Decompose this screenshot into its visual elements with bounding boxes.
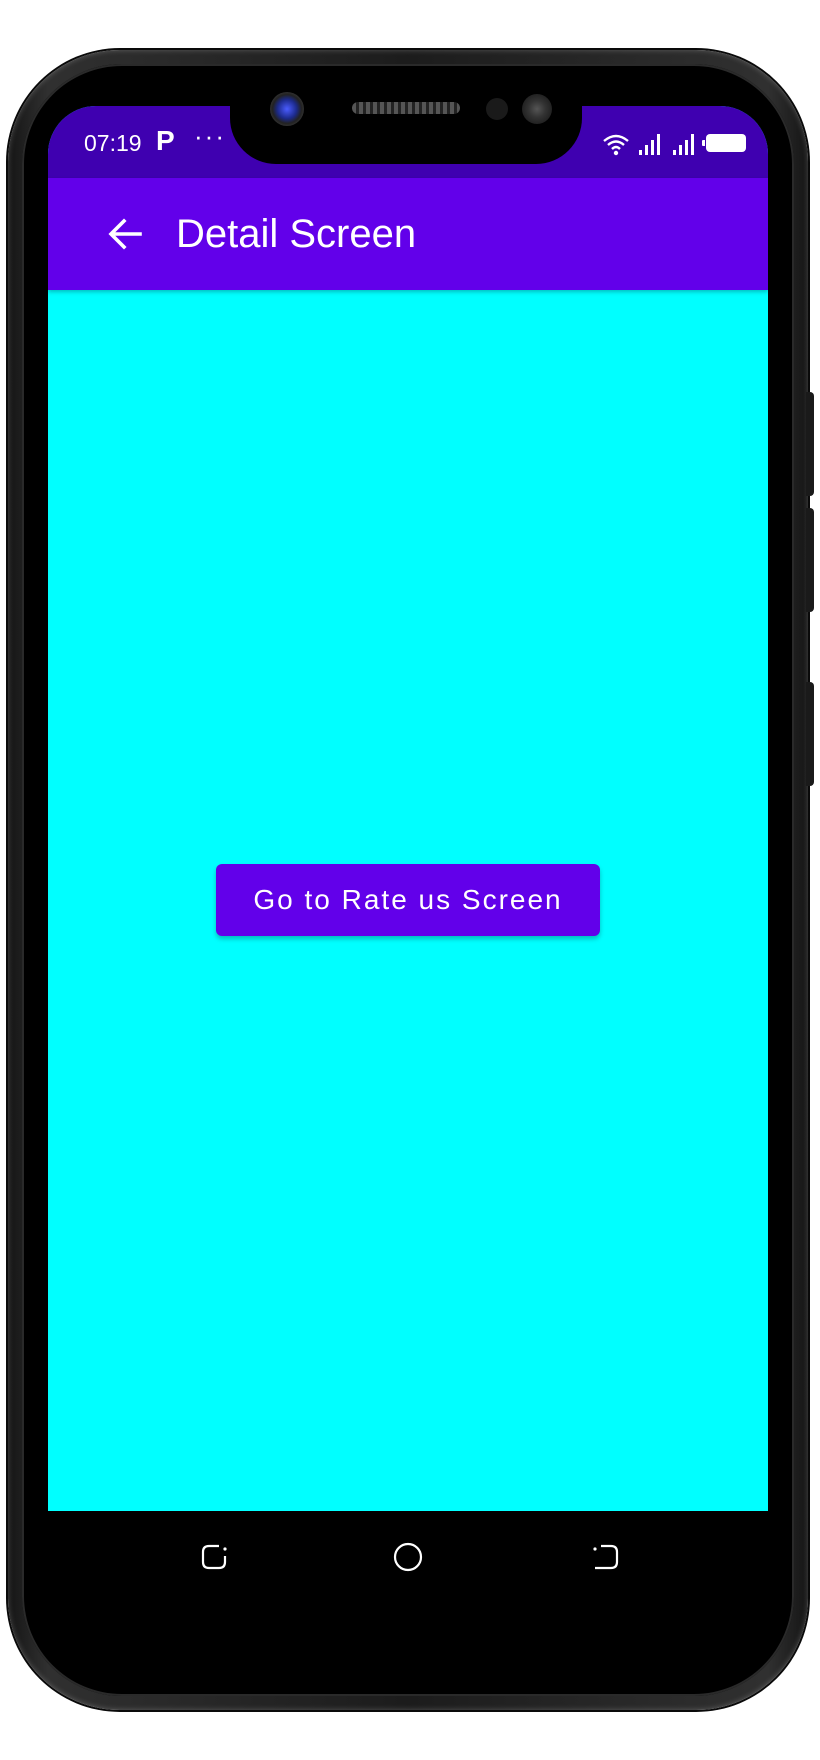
battery-icon [702, 134, 746, 152]
volume-up-button [806, 392, 814, 496]
arrow-left-icon [108, 218, 142, 250]
screen: 07:19 P ··· Detail Screen Go to Rate us … [48, 106, 768, 1511]
page-title: Detail Screen [176, 212, 417, 256]
navigation-bar [48, 1511, 768, 1601]
signal-icon [673, 134, 694, 155]
notification-icon: P [156, 125, 175, 156]
speaker-grille [352, 102, 460, 114]
proximity-sensor-icon [486, 98, 508, 120]
wifi-icon [603, 134, 629, 156]
back-button[interactable] [100, 208, 152, 260]
light-sensor-icon [522, 94, 552, 124]
back-icon [593, 1544, 619, 1570]
recents-button[interactable] [192, 1535, 236, 1579]
status-time: 07:19 [84, 130, 142, 156]
front-camera-icon [270, 92, 304, 126]
status-icons [602, 126, 746, 156]
app-bar: Detail Screen [48, 178, 768, 290]
go-to-rate-us-button[interactable]: Go to Rate us Screen [216, 864, 600, 936]
more-notifications-icon: ··· [194, 121, 226, 151]
home-button[interactable] [386, 1535, 430, 1579]
signal-icon [639, 134, 660, 155]
camera-notch [230, 84, 582, 164]
volume-down-button [806, 508, 814, 612]
system-back-button[interactable] [584, 1535, 628, 1579]
power-button [806, 682, 814, 786]
recents-icon [201, 1544, 227, 1570]
home-icon [393, 1542, 423, 1572]
